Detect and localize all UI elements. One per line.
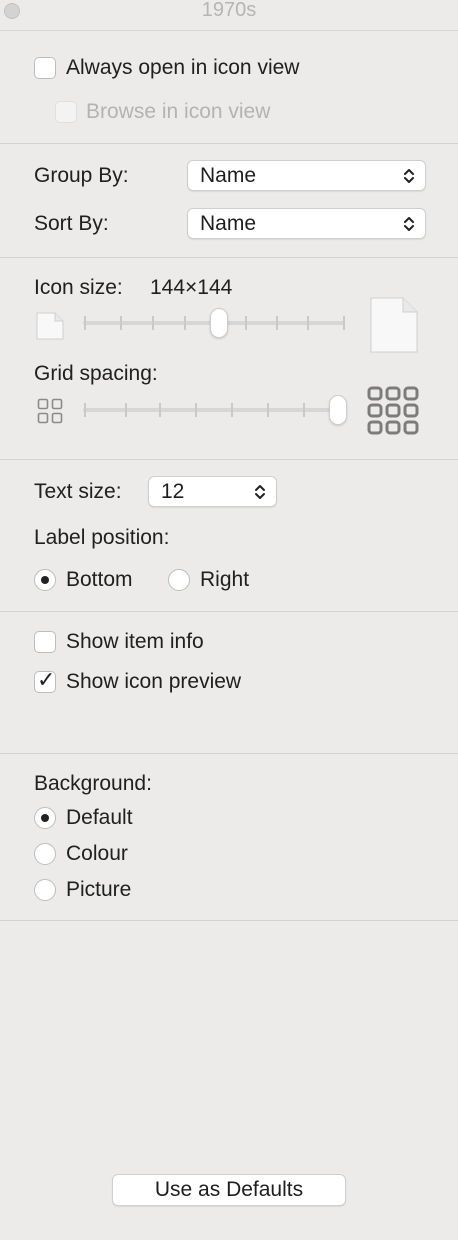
radio-selected-dot	[41, 814, 49, 822]
slider-tick	[152, 316, 154, 330]
background-default-label: Default	[66, 806, 133, 829]
slider-tick	[159, 403, 161, 417]
label-position-bottom-label: Bottom	[66, 568, 133, 591]
large-grid-icon	[367, 386, 419, 435]
group-by-value: Name	[200, 164, 257, 187]
text-size-select[interactable]: 12	[148, 476, 277, 507]
sort-by-value: Name	[200, 212, 257, 235]
radio-selected-dot	[41, 576, 49, 584]
sort-by-label: Sort By:	[34, 212, 109, 235]
text-size-label: Text size:	[34, 480, 122, 503]
divider	[0, 753, 458, 754]
grid-spacing-track	[83, 408, 345, 412]
chevron-updown-icon	[255, 485, 265, 499]
background-colour-label: Colour	[66, 842, 128, 865]
divider	[0, 459, 458, 460]
label-position-label: Label position:	[34, 526, 170, 549]
slider-tick	[195, 403, 197, 417]
group-by-label: Group By:	[34, 164, 129, 187]
show-item-info-checkbox[interactable]	[34, 631, 56, 653]
chevron-updown-icon	[404, 217, 414, 231]
slider-tick	[125, 403, 127, 417]
divider	[0, 257, 458, 258]
large-document-icon	[370, 297, 418, 353]
use-as-defaults-button[interactable]: Use as Defaults	[112, 1174, 346, 1206]
divider	[0, 920, 458, 921]
small-document-icon	[36, 312, 64, 340]
label-position-bottom-radio[interactable]	[34, 569, 56, 591]
grid-spacing-label: Grid spacing:	[34, 362, 158, 385]
slider-tick	[343, 316, 345, 330]
slider-tick	[231, 403, 233, 417]
browse-icon-view-label: Browse in icon view	[86, 100, 271, 123]
icon-size-knob[interactable]	[210, 308, 228, 338]
sort-by-select[interactable]: Name	[187, 208, 426, 239]
always-open-icon-view-checkbox[interactable]	[34, 57, 56, 79]
background-default-radio[interactable]	[34, 807, 56, 829]
chevron-updown-icon	[404, 169, 414, 183]
slider-tick	[245, 316, 247, 330]
show-icon-preview-checkbox[interactable]: ✓	[34, 668, 56, 693]
divider	[0, 611, 458, 612]
checkmark-icon: ✓	[37, 668, 56, 693]
title-bar: 1970s	[0, 0, 458, 31]
background-colour-radio[interactable]	[34, 843, 56, 865]
background-picture-radio[interactable]	[34, 879, 56, 901]
text-size-value: 12	[161, 480, 185, 503]
always-open-icon-view-label: Always open in icon view	[66, 56, 300, 79]
small-grid-icon	[37, 398, 63, 424]
icon-size-value: 144×144	[150, 276, 233, 299]
slider-tick	[120, 316, 122, 330]
window-title: 1970s	[201, 0, 257, 21]
label-position-right-label: Right	[200, 568, 250, 591]
label-position-right-radio[interactable]	[168, 569, 190, 591]
slider-tick	[184, 316, 186, 330]
slider-tick	[84, 316, 86, 330]
background-label: Background:	[34, 772, 152, 795]
show-item-info-label: Show item info	[66, 630, 204, 653]
slider-tick	[267, 403, 269, 417]
group-by-select[interactable]: Name	[187, 160, 426, 191]
grid-spacing-knob[interactable]	[329, 395, 347, 425]
icon-size-label: Icon size:	[34, 276, 123, 299]
show-icon-preview-label: Show icon preview	[66, 670, 242, 693]
background-picture-label: Picture	[66, 878, 132, 901]
slider-tick	[276, 316, 278, 330]
divider	[0, 143, 458, 144]
slider-tick	[84, 403, 86, 417]
slider-tick	[307, 316, 309, 330]
slider-tick	[303, 403, 305, 417]
browse-icon-view-checkbox	[55, 101, 77, 123]
